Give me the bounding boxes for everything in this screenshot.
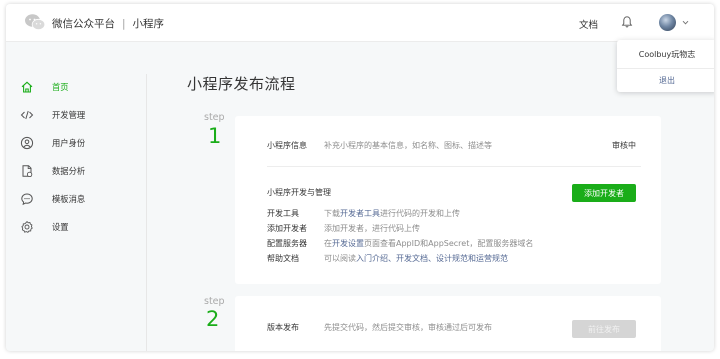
sidebar-item-data-analysis[interactable]: 数据分析: [20, 162, 140, 180]
user-avatar[interactable]: [659, 14, 676, 31]
chart-doc-icon: [22, 165, 33, 178]
dev-row-label: 帮助文档: [267, 254, 299, 263]
info-desc: 补充小程序的基本信息，如名称、图标、描述等: [324, 141, 492, 150]
info-title: 小程序信息: [267, 141, 307, 150]
top-header: 微信公众平台 | 小程序 文档: [6, 4, 714, 42]
step-1-label: step: [204, 112, 225, 123]
status-badge: 审核中: [612, 141, 636, 150]
brand-name: 微信公众平台: [52, 18, 115, 30]
sidebar-item-label: 用户身份: [52, 138, 86, 148]
dropdown-divider: [617, 68, 714, 69]
sidebar-item-home[interactable]: 首页: [20, 78, 140, 96]
sidebar-item-dev-manage[interactable]: 开发管理: [20, 106, 140, 124]
sidebar-item-label: 首页: [52, 82, 69, 92]
brand-section: 小程序: [132, 18, 165, 30]
step-1-number: 1: [208, 124, 222, 148]
release-desc: 先提交代码，然后提交审核，审核通过后可发布: [324, 323, 492, 332]
desc-text: 可以阅读: [324, 254, 356, 263]
sidebar-item-settings[interactable]: 设置: [20, 218, 140, 236]
release-title: 版本发布: [267, 323, 299, 332]
help-docs-links[interactable]: 入门介绍、开发文档、设计规范和运营规范: [356, 254, 508, 263]
chevron-down-icon[interactable]: [681, 18, 690, 27]
step-2-label: step: [204, 296, 225, 307]
gear-icon: [21, 220, 33, 233]
sidebar-item-template-msg[interactable]: 模板消息: [20, 190, 140, 208]
user-dropdown: Coolbuy玩物志 退出: [617, 40, 714, 92]
dev-row-label: 配置服务器: [267, 239, 307, 248]
desc-text: 添加开发者，进行代码上传: [324, 224, 420, 233]
brand-title[interactable]: 微信公众平台 | 小程序: [52, 16, 164, 31]
card-divider: [267, 166, 641, 167]
devtools-link[interactable]: 开发者工具: [340, 209, 380, 218]
docs-link[interactable]: 文档: [579, 17, 598, 31]
home-icon: [21, 81, 33, 93]
sidebar-item-user-identity[interactable]: 用户身份: [20, 134, 140, 152]
wechat-logo-icon: [25, 14, 46, 31]
step-1-card: 小程序信息 补充小程序的基本信息，如名称、图标、描述等 审核中 小程序开发与管理…: [235, 116, 661, 284]
sidebar-divider: [146, 74, 147, 351]
dev-row-desc: 可以阅读入门介绍、开发文档、设计规范和运营规范: [324, 253, 508, 264]
desc-text: 页面查看AppID和AppSecret，配置服务器域名: [364, 239, 534, 248]
message-icon: [21, 193, 33, 206]
username: Coolbuy玩物志: [638, 50, 696, 59]
page-title: 小程序发布流程: [187, 75, 296, 93]
logout-link[interactable]: 退出: [617, 75, 714, 86]
add-developer-button[interactable]: 添加开发者: [572, 184, 636, 202]
sidebar-item-label: 模板消息: [52, 194, 86, 204]
dev-row-desc: 添加开发者，进行代码上传: [324, 223, 420, 234]
user-icon: [20, 136, 34, 150]
dev-row-label: 开发工具: [267, 209, 299, 218]
sidebar: 首页 开发管理 用户身份 数据分析 模板消息 设置: [6, 42, 146, 351]
dev-row-label: 添加开发者: [267, 224, 307, 233]
sidebar-item-label: 数据分析: [52, 166, 86, 176]
dev-title: 小程序开发与管理: [267, 188, 331, 197]
sidebar-item-label: 开发管理: [52, 110, 86, 120]
brand-separator: |: [122, 18, 126, 30]
step-2-card: 版本发布 先提交代码，然后提交审核，审核通过后可发布 前往发布: [235, 296, 661, 351]
desc-text: 在: [324, 239, 332, 248]
step-2-number: 2: [206, 307, 220, 331]
desc-text: 进行代码的开发和上传: [380, 209, 460, 218]
go-release-button[interactable]: 前往发布: [572, 320, 636, 338]
code-icon: [20, 110, 34, 120]
dev-row-desc: 在开发设置页面查看AppID和AppSecret，配置服务器域名: [324, 238, 533, 249]
sidebar-item-label: 设置: [52, 222, 69, 232]
dev-row-desc: 下载开发者工具进行代码的开发和上传: [324, 208, 460, 219]
desc-text: 下载: [324, 209, 340, 218]
app-window: 微信公众平台 | 小程序 文档 首页 开发管理 用户身份 数据分析 模板消息 设…: [6, 4, 714, 351]
dev-settings-link[interactable]: 开发设置: [332, 239, 364, 248]
bell-icon[interactable]: [620, 15, 634, 29]
